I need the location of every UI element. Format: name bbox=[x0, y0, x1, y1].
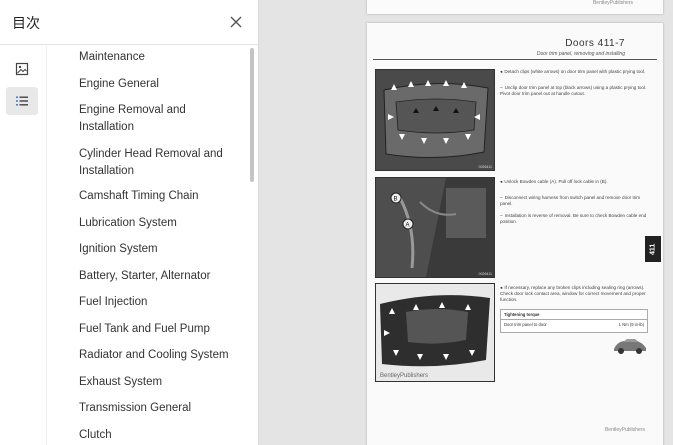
page-subtitle: Door trim panel, removing and installing bbox=[536, 51, 625, 57]
figure-label: 0026411 bbox=[478, 272, 492, 276]
toc-list: Maintenance Engine General Engine Remova… bbox=[46, 45, 258, 445]
toc-item-fuel-injection[interactable]: Fuel Injection bbox=[79, 294, 239, 311]
close-icon bbox=[230, 16, 242, 28]
previous-page-brand: BentleyPublishers bbox=[592, 0, 633, 6]
svg-text:A: A bbox=[406, 223, 410, 229]
car-logo-icon bbox=[614, 339, 646, 354]
document-viewer[interactable]: BentleyPublishers Doors 411-7 Door trim … bbox=[259, 0, 673, 445]
page-footer-brand: BentleyPublishers bbox=[604, 427, 645, 433]
toc-item-radiator-cooling[interactable]: Radiator and Cooling System bbox=[79, 347, 239, 364]
toc-item-lubrication-system[interactable]: Lubrication System bbox=[79, 215, 239, 232]
toc-item-battery-starter-alternator[interactable]: Battery, Starter, Alternator bbox=[79, 268, 239, 285]
torque-row-value: 1 Nm (9 in-lb) bbox=[618, 322, 644, 327]
document-page: Doors 411-7 Door trim panel, removing an… bbox=[367, 23, 663, 445]
toc-item-maintenance[interactable]: Maintenance bbox=[79, 49, 239, 66]
previous-page-edge: BentleyPublishers bbox=[367, 0, 663, 14]
note-5-text: Installation is reverse of removal. Be s… bbox=[500, 213, 647, 224]
figure-door-clips: BentleyPublishers bbox=[375, 283, 495, 382]
note-3: ◂ Unlock Bowden cable (A). Pull off lock … bbox=[500, 179, 608, 184]
note-1: ◂ Detach clips (white arrows) on door tri… bbox=[500, 69, 646, 74]
header-rule bbox=[373, 59, 657, 60]
note-4-text: Disconnect wiring harness from switch pa… bbox=[500, 195, 641, 206]
torque-table-title: Tightening torque bbox=[504, 312, 540, 317]
toc-item-exhaust-system[interactable]: Exhaust System bbox=[79, 374, 239, 391]
sidebar-header: 目次 bbox=[0, 0, 258, 45]
toc-item-engine-general[interactable]: Engine General bbox=[79, 76, 239, 93]
note-2-text: Unclip door trim panel at top (black arr… bbox=[500, 85, 647, 96]
note-3-text: Unlock Bowden cable (A). Pull off lock c… bbox=[504, 179, 608, 184]
toc-view-button[interactable] bbox=[6, 87, 38, 115]
note-2: – Unclip door trim panel at top (black ar… bbox=[500, 85, 647, 96]
figure-brand-watermark: BentleyPublishers bbox=[380, 373, 428, 379]
toc-sidebar: 目次 Maintenance Engine General Engine Rem… bbox=[0, 0, 259, 445]
bowden-cable-illustration: B A bbox=[376, 178, 494, 277]
toc-item-clutch[interactable]: Clutch bbox=[79, 427, 239, 444]
door-panel-illustration bbox=[376, 70, 494, 170]
note-6-text: If necessary, replace any broken clips i… bbox=[500, 285, 646, 302]
toc-item-cylinder-head[interactable]: Cylinder Head Removal and Installation bbox=[79, 146, 239, 180]
torque-table: Tightening torque Door trim panel to doo… bbox=[500, 309, 648, 333]
toc-item-engine-removal[interactable]: Engine Removal and Installation bbox=[79, 102, 239, 136]
toc-item-fuel-tank-pump[interactable]: Fuel Tank and Fuel Pump bbox=[79, 321, 239, 338]
thumbnails-view-button[interactable] bbox=[6, 55, 38, 83]
image-thumbnail-icon bbox=[15, 62, 29, 76]
torque-table-rule bbox=[501, 319, 647, 320]
note-6: ◂ If necessary, replace any broken clips … bbox=[500, 285, 646, 302]
toc-scrollbar[interactable] bbox=[250, 48, 254, 182]
figure-door-panel-clips: 0026411 bbox=[375, 69, 495, 171]
toc-item-transmission-general[interactable]: Transmission General bbox=[79, 400, 239, 417]
note-1-text: Detach clips (white arrows) on door trim… bbox=[504, 69, 646, 74]
section-tab: 411 bbox=[645, 236, 661, 262]
note-5: – Installation is reverse of removal. Be … bbox=[500, 213, 647, 224]
door-clips-illustration: BentleyPublishers bbox=[376, 284, 494, 381]
note-4: – Disconnect wiring harness from switch p… bbox=[500, 195, 641, 206]
figure-label: 0026411 bbox=[478, 165, 492, 169]
figure-bowden-cable: B A 0026411 bbox=[375, 177, 495, 278]
list-toc-icon bbox=[16, 96, 28, 106]
sidebar-view-rail bbox=[0, 45, 47, 445]
torque-row-label: Door trim panel to door bbox=[504, 322, 547, 327]
close-button[interactable] bbox=[226, 12, 246, 32]
sidebar-title: 目次 bbox=[12, 15, 40, 31]
page-title: Doors 411-7 bbox=[565, 38, 625, 49]
toc-item-ignition-system[interactable]: Ignition System bbox=[79, 241, 239, 258]
svg-text:B: B bbox=[394, 197, 398, 203]
toc-item-camshaft-timing-chain[interactable]: Camshaft Timing Chain bbox=[79, 188, 239, 205]
